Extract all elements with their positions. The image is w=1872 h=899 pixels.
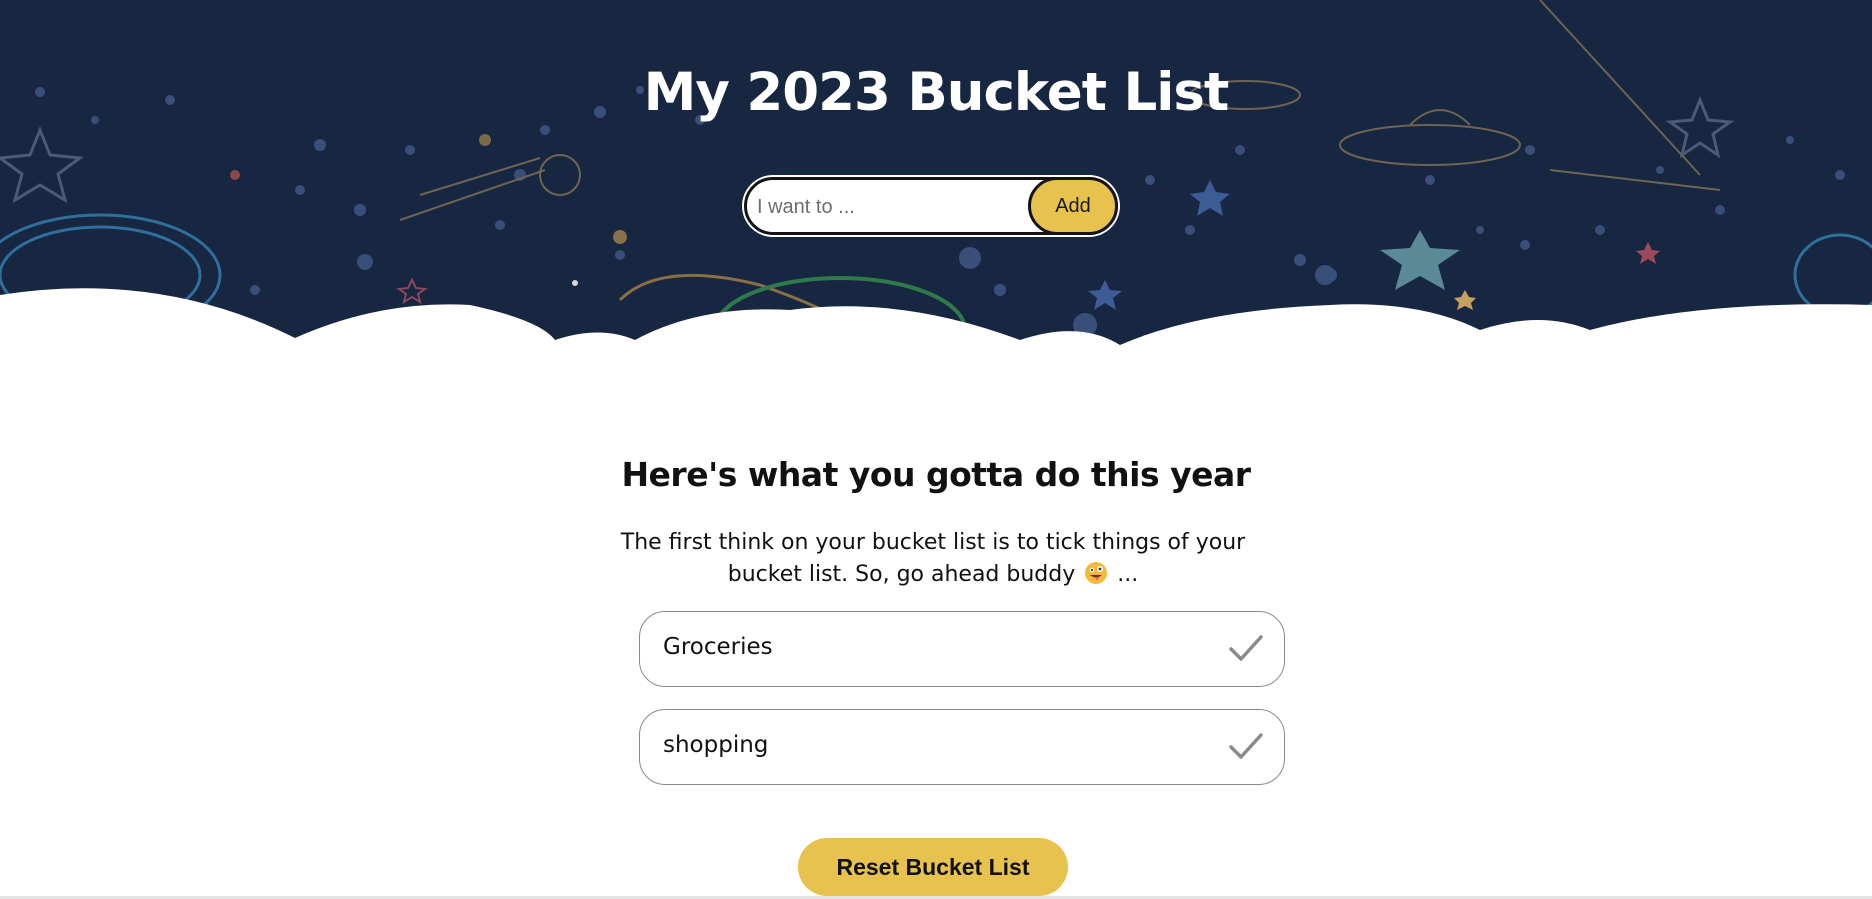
hero-banner: My 2023 Bucket List Add — [0, 0, 1872, 360]
intro-line-1: The first think on your bucket list is t… — [620, 530, 1246, 555]
zany-face-emoji-icon — [1085, 562, 1108, 584]
list-item-label: Groceries — [663, 634, 773, 660]
list-item: shopping — [639, 709, 1285, 785]
bucket-item-input[interactable] — [755, 187, 1029, 227]
list-item-label: shopping — [663, 732, 769, 758]
add-item-form: Add — [744, 177, 1118, 235]
intro-ellipsis: ... — [1117, 562, 1139, 587]
intro-text: The first think on your bucket list is t… — [620, 527, 1246, 591]
checkmark-icon[interactable] — [1228, 730, 1264, 762]
section-heading: Here's what you gotta do this year — [621, 455, 1251, 494]
reset-bucket-list-button[interactable]: Reset Bucket List — [798, 838, 1068, 896]
page-title: My 2023 Bucket List — [643, 62, 1230, 123]
add-button[interactable]: Add — [1028, 177, 1118, 235]
intro-line-2: bucket list. So, go ahead buddy — [727, 562, 1076, 587]
list-item: Groceries — [639, 611, 1285, 687]
checkmark-icon[interactable] — [1228, 632, 1264, 664]
